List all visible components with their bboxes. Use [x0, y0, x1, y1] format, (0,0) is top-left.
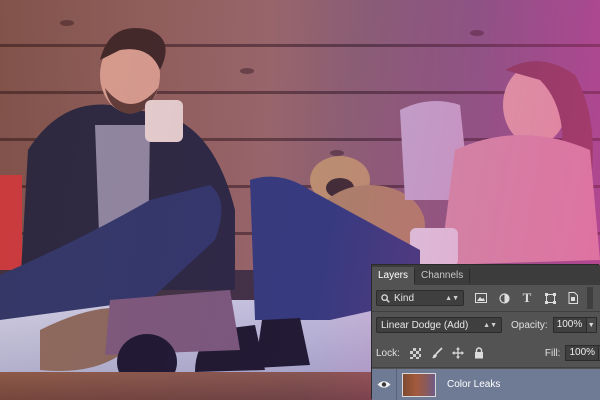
tab-layers[interactable]: Layers [372, 267, 415, 285]
layer-thumbnail [402, 372, 436, 397]
lock-paint-icon[interactable] [430, 346, 444, 360]
blend-mode-value: Linear Dodge (Add) [381, 319, 469, 331]
updown-arrows-icon: ▲▼ [483, 321, 497, 329]
lock-label: Lock: [376, 347, 400, 359]
smart-object-filter-icon[interactable] [567, 292, 579, 304]
filter-toggle-switch[interactable] [587, 287, 593, 309]
layer-row-color-leaks[interactable]: Color Leaks [372, 369, 600, 400]
opacity-label: Opacity: [511, 319, 548, 331]
image-filter-icon[interactable] [475, 292, 487, 304]
lock-position-icon[interactable] [451, 346, 465, 360]
chevron-down-icon[interactable]: ▼ [586, 317, 597, 333]
visibility-toggle[interactable] [372, 380, 396, 389]
opacity-input[interactable]: 100% [552, 317, 587, 333]
type-filter-icon[interactable]: T [521, 290, 533, 305]
eye-icon [377, 381, 391, 388]
blend-row: Linear Dodge (Add) ▲▼ Opacity: 100% ▼ [372, 314, 597, 336]
filter-kind-label: Kind [394, 292, 415, 304]
fill-input[interactable]: 100% [565, 345, 600, 361]
tab-divider [469, 269, 471, 283]
divider [396, 369, 397, 400]
divider [372, 367, 600, 368]
layer-name[interactable]: Color Leaks [447, 379, 500, 390]
filter-kind-dropdown[interactable]: Kind ▲▼ [376, 290, 464, 306]
blend-mode-dropdown[interactable]: Linear Dodge (Add) ▲▼ [376, 317, 502, 333]
fill-label: Fill: [544, 347, 561, 359]
search-icon [381, 293, 390, 303]
adjustment-filter-icon[interactable] [498, 292, 510, 304]
layers-panel: Layers Channels Kind ▲▼ T Linear Dodge (… [372, 265, 600, 400]
lock-transparent-icon[interactable] [409, 346, 423, 360]
shape-filter-icon[interactable] [544, 292, 556, 304]
divider [372, 311, 600, 312]
tab-channels[interactable]: Channels [415, 267, 469, 285]
lock-row: Lock: Fill: 100% ▼ [372, 342, 600, 364]
updown-arrows-icon: ▲▼ [445, 294, 459, 302]
filter-row: Kind ▲▼ T [372, 287, 593, 309]
panel-tab-bar: Layers Channels [372, 265, 600, 285]
lock-all-icon[interactable] [472, 346, 486, 360]
